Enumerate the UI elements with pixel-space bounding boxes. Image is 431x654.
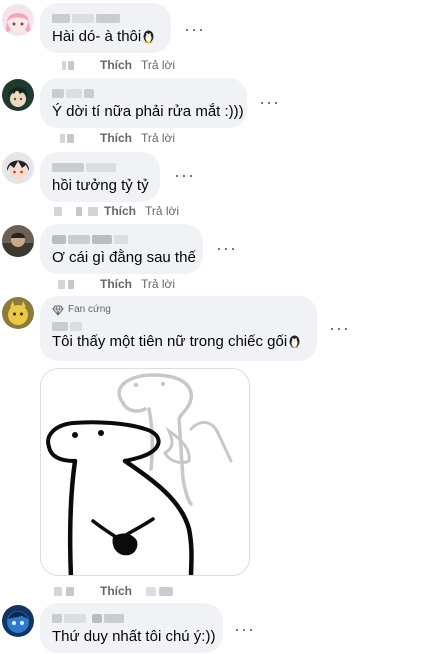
like-button[interactable]: Thích [104, 204, 136, 218]
comment-text: Hài dó- à thôi [52, 27, 159, 46]
comment-actions: Thích Trả lời [54, 203, 179, 219]
timestamp-blurred[interactable] [54, 279, 80, 289]
anime-girl-avatar-image [2, 4, 34, 36]
avatar[interactable] [2, 605, 34, 637]
timestamp-blurred[interactable] [54, 586, 80, 596]
comment-text: Tôi thấy một tiên nữ trong chiếc gối [52, 332, 305, 351]
reply-button[interactable]: Trả lời [145, 204, 179, 218]
author-name-blurred[interactable] [52, 318, 305, 332]
comment-actions: Thích Trả lời [54, 130, 175, 146]
author-name-blurred[interactable] [52, 10, 159, 24]
reply-button[interactable]: Trả lời [141, 58, 175, 72]
comment-text: Thứ duy nhất tôi chú ý:)) [52, 628, 216, 645]
timestamp-blurred[interactable] [54, 60, 80, 70]
photo-avatar-image [2, 225, 34, 257]
yellow-pet-avatar-image [2, 297, 34, 329]
comment-text-content: Tôi thấy một tiên nữ trong chiếc gối [52, 333, 288, 350]
comment-text: hồi tưởng tỷ tỷ [52, 177, 149, 194]
more-options-icon[interactable]: ··· [259, 93, 280, 111]
reply-button[interactable]: Trả lời [141, 131, 175, 145]
diamond-badge-icon [52, 305, 64, 316]
more-options-icon[interactable]: ··· [184, 20, 205, 38]
avatar[interactable] [2, 79, 34, 111]
comment-text: Ý dời tí nữa phải rửa mắt :))) [52, 103, 244, 120]
reply-button[interactable]: Trả lời [141, 277, 175, 291]
blue-character-avatar-image [2, 605, 34, 637]
comment-bubble: Thứ duy nhất tôi chú ý:)) [40, 603, 223, 653]
more-options-icon[interactable]: ··· [329, 319, 350, 337]
author-name-blurred[interactable] [52, 159, 148, 173]
fan-badge-label: Fan cứng [68, 303, 111, 315]
comment-bubble: Hài dó- à thôi [40, 3, 171, 53]
comment-bubble: Ơ cái gì đằng sau thế [40, 224, 203, 274]
timestamp-blurred[interactable] [54, 133, 80, 143]
like-button[interactable]: Thích [100, 277, 132, 291]
penguin-emoji-icon [143, 30, 154, 43]
comment-text: Ơ cái gì đằng sau thế [52, 249, 196, 266]
avatar[interactable] [2, 4, 34, 36]
avatar[interactable] [2, 297, 34, 329]
anime-character-avatar-image [2, 152, 34, 184]
more-options-icon[interactable]: ··· [216, 239, 237, 257]
timestamp-blurred[interactable] [54, 206, 104, 216]
like-button[interactable]: Thích [100, 58, 132, 72]
author-name-blurred[interactable] [52, 231, 191, 245]
comment-text-content: Hài dó- à thôi [52, 28, 142, 45]
comment-sticker-image[interactable] [40, 368, 250, 576]
anime-boy-avatar-image [2, 79, 34, 111]
comment-bubble: Fan cứng Tôi thấy một tiên nữ trong chiế… [40, 296, 317, 361]
avatar[interactable] [2, 225, 34, 257]
avatar[interactable] [2, 152, 34, 184]
comment-actions: Thích [54, 583, 132, 599]
comment-bubble: Ý dời tí nữa phải rửa mắt :))) [40, 78, 247, 128]
comment-actions: Thích Trả lời [54, 57, 175, 73]
more-options-icon[interactable]: ··· [234, 620, 255, 638]
fan-badge: Fan cứng [52, 303, 305, 316]
comment-actions: Thích Trả lời [54, 276, 175, 292]
author-name-blurred[interactable] [52, 610, 211, 624]
like-button[interactable]: Thích [100, 131, 132, 145]
comment-bubble: hồi tưởng tỷ tỷ [40, 152, 160, 202]
blob-meme-sticker [46, 373, 233, 575]
penguin-emoji-icon [289, 335, 300, 348]
reply-button-blurred[interactable] [146, 583, 173, 599]
author-name-blurred[interactable] [52, 85, 235, 99]
more-options-icon[interactable]: ··· [174, 166, 195, 184]
like-button[interactable]: Thích [100, 584, 132, 598]
